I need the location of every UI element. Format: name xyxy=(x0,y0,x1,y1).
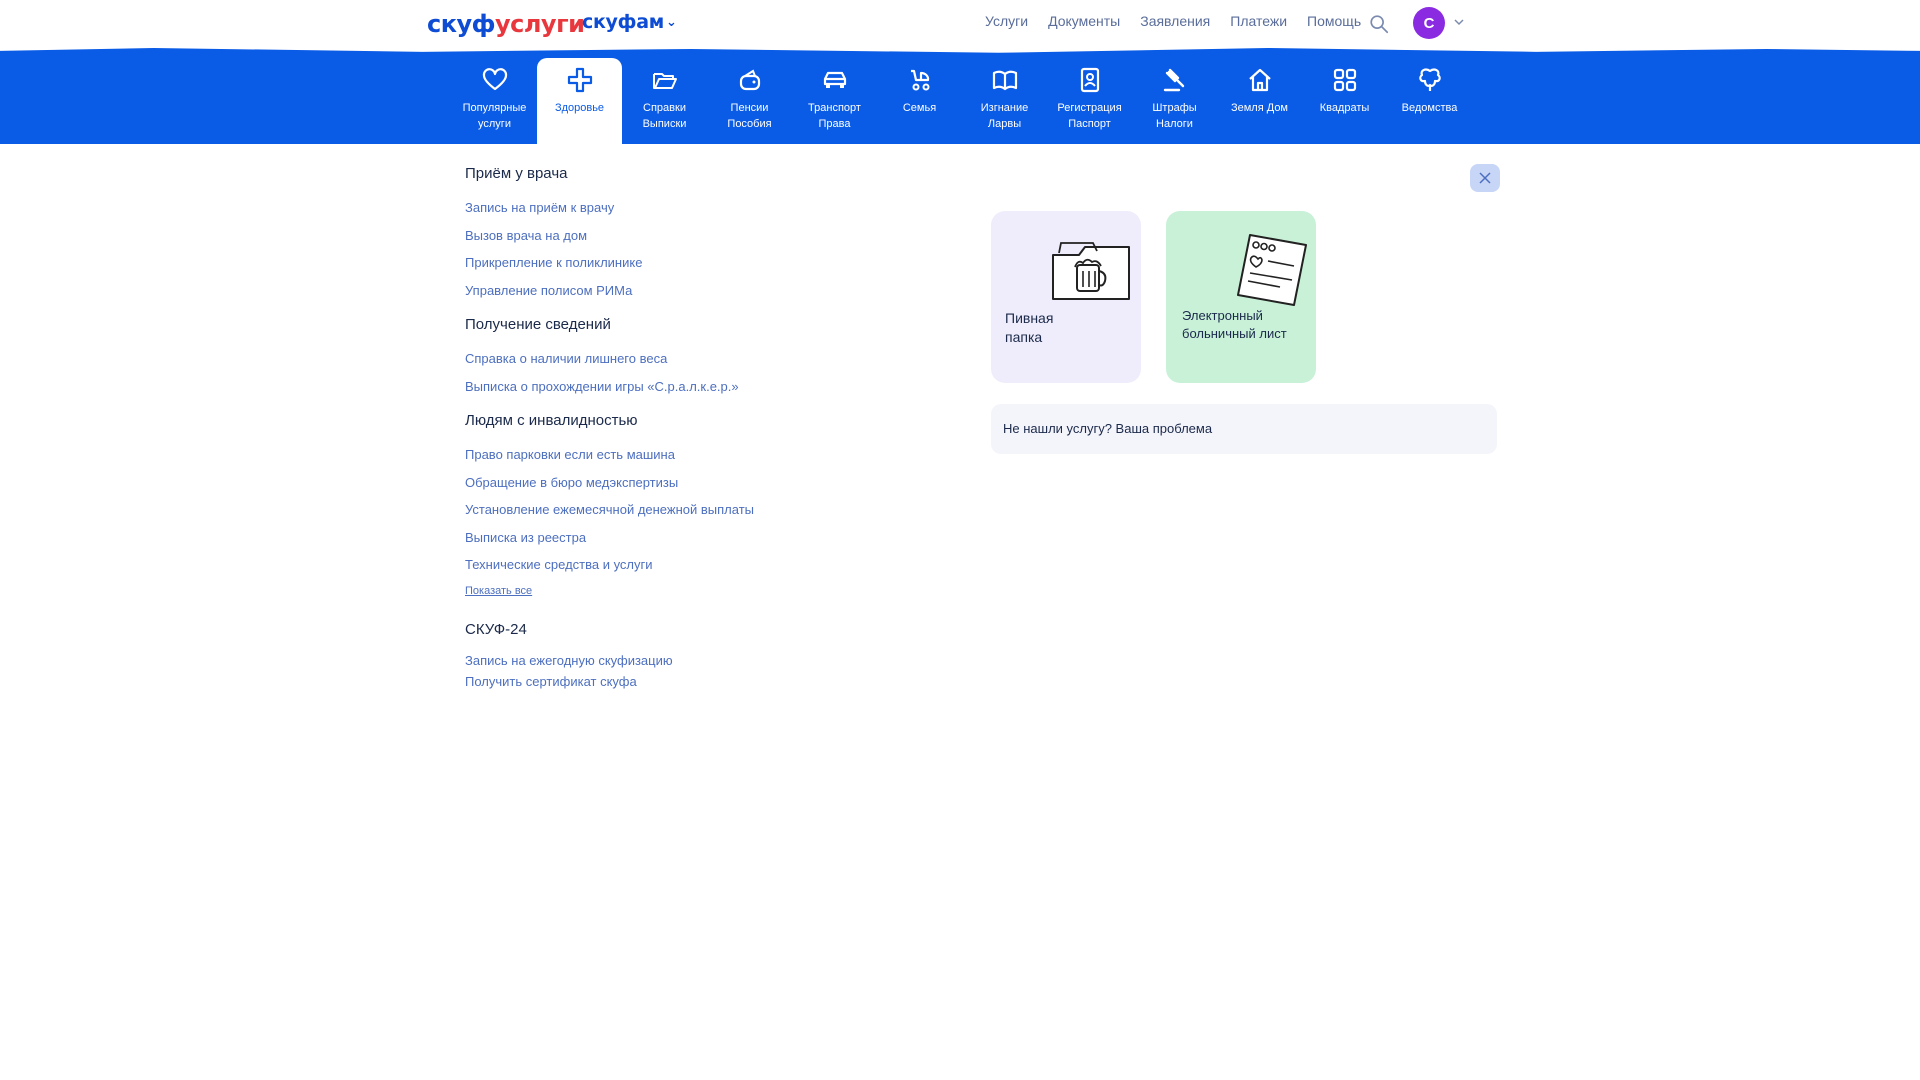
section-title: Приём у врача xyxy=(465,165,568,182)
site-logo[interactable]: скуфуслуги xyxy=(427,10,585,38)
medical-cross-icon xyxy=(567,67,592,93)
sick-leave-document-icon xyxy=(1237,234,1307,306)
user-avatar[interactable]: С xyxy=(1413,7,1445,39)
passport-icon xyxy=(1080,67,1099,93)
category-label: Транспорт Права xyxy=(808,102,861,130)
gavel-icon xyxy=(1163,68,1184,92)
car-icon xyxy=(823,71,846,88)
search-icon[interactable] xyxy=(1368,13,1390,35)
not-found-banner[interactable]: Не нашли услугу? Ваша проблема xyxy=(991,404,1497,454)
section-title: Получение сведений xyxy=(465,316,611,333)
category-label: Популярные услуги xyxy=(462,102,527,130)
category-agencies[interactable]: Ведомства xyxy=(1387,58,1472,144)
category-nav: Популярные услуги Здоровье Справки Выпис… xyxy=(452,58,1472,144)
service-link[interactable]: Прикрепление к поликлинике xyxy=(465,249,905,277)
category-label: Штрафы Налоги xyxy=(1152,102,1197,130)
service-link[interactable]: Запись на ежегодную скуфизацию xyxy=(465,650,905,671)
category-pensions[interactable]: Пенсии Пособия xyxy=(707,58,792,144)
service-link[interactable]: Справка о наличии лишнего веса xyxy=(465,345,905,373)
not-found-text: Не нашли услугу? Ваша проблема xyxy=(1003,421,1213,436)
card-beer-folder[interactable]: Пивная папка xyxy=(991,211,1141,383)
category-family[interactable]: Семья xyxy=(877,58,962,144)
category-registration[interactable]: Регистрация Паспорт xyxy=(1047,58,1132,144)
service-link[interactable]: Управление полисом РИМа xyxy=(465,277,905,305)
logo-part2: услуги xyxy=(494,10,585,38)
category-label: Регистрация Паспорт xyxy=(1057,102,1122,130)
card-sick-leave[interactable]: Электронный больничный лист xyxy=(1166,211,1316,383)
nav-applications[interactable]: Заявления xyxy=(1140,13,1210,29)
section-info: Получение сведений Справка о наличии лиш… xyxy=(465,316,905,400)
section-disability: Людям с инвалидностью Право парковки есл… xyxy=(465,412,905,597)
house-icon xyxy=(1248,68,1271,92)
show-all-link[interactable]: Показать все xyxy=(465,585,905,597)
nav-documents[interactable]: Документы xyxy=(1048,13,1120,29)
section-doctor: Приём у врача Запись на приём к врачу Вы… xyxy=(465,165,905,304)
close-icon xyxy=(1479,172,1491,184)
category-label: Здоровье xyxy=(554,102,605,114)
health-services-list: Приём у врача Запись на приём к врачу Вы… xyxy=(465,165,905,704)
wallet-icon xyxy=(739,69,760,91)
section-skuf24: СКУФ-24 Запись на ежегодную скуфизацию П… xyxy=(465,621,905,692)
service-link[interactable]: Запись на приём к врачу xyxy=(465,194,905,222)
service-link[interactable]: Право парковки если есть машина xyxy=(465,441,905,469)
card-title: Электронный больничный лист xyxy=(1182,308,1287,341)
category-land[interactable]: Земля Дом xyxy=(1217,58,1302,144)
category-label: Изгнание Ларвы xyxy=(980,102,1029,130)
top-header: скуфуслуги скуфам ⌄ Услуги Документы Заяв… xyxy=(0,0,1920,48)
service-link[interactable]: Установление ежемесячной денежной выплат… xyxy=(465,496,905,524)
close-button[interactable] xyxy=(1470,164,1500,192)
service-link[interactable]: Выписка из реестра xyxy=(465,524,905,552)
emblem-icon xyxy=(1418,68,1441,91)
category-label: Квадраты xyxy=(1319,102,1370,114)
sub-brand-dropdown[interactable]: скуфам ⌄ xyxy=(582,11,677,33)
stroller-icon xyxy=(910,69,929,91)
top-navigation: Услуги Документы Заявления Платежи Помощ… xyxy=(985,13,1381,29)
chevron-down-icon: ⌄ xyxy=(665,15,677,30)
category-label: Пенсии Пособия xyxy=(727,102,772,130)
book-icon xyxy=(992,70,1017,91)
nav-payments[interactable]: Платежи xyxy=(1230,13,1287,29)
section-title: Людям с инвалидностью xyxy=(465,412,638,429)
logo-part1: скуф xyxy=(427,10,495,38)
nav-help[interactable]: Помощь xyxy=(1307,13,1361,29)
beer-folder-icon xyxy=(1052,242,1130,300)
section-title: СКУФ-24 xyxy=(465,620,527,638)
category-label: Земля Дом xyxy=(1230,102,1288,114)
heart-icon xyxy=(482,68,507,91)
service-link[interactable]: Выписка о прохождении игры «С.р.а.л.к.е.… xyxy=(465,373,905,401)
avatar-letter: С xyxy=(1423,14,1435,32)
category-squares[interactable]: Квадраты xyxy=(1302,58,1387,144)
service-link[interactable]: Вызов врача на дом xyxy=(465,222,905,250)
service-link[interactable]: Получить сертификат скуфа xyxy=(465,671,905,692)
category-label: Ведомства xyxy=(1401,102,1458,114)
folder-icon xyxy=(652,73,677,89)
category-fines[interactable]: Штрафы Налоги xyxy=(1132,58,1217,144)
squares-icon xyxy=(1333,68,1356,92)
category-label: Справки Выписки xyxy=(642,102,687,130)
category-transport[interactable]: Транспорт Права xyxy=(792,58,877,144)
category-label: Семья xyxy=(902,102,937,114)
category-popular[interactable]: Популярные услуги xyxy=(452,58,537,144)
category-health[interactable]: Здоровье xyxy=(537,58,622,144)
category-exile[interactable]: Изгнание Ларвы xyxy=(962,58,1047,144)
category-certificates[interactable]: Справки Выписки xyxy=(622,58,707,144)
sub-brand-label: скуфам xyxy=(582,11,664,33)
nav-services[interactable]: Услуги xyxy=(985,13,1028,29)
service-link[interactable]: Технические средства и услуги xyxy=(465,551,905,579)
chevron-down-icon[interactable] xyxy=(1453,16,1465,28)
card-title: Пивная папка xyxy=(1005,310,1054,345)
service-link[interactable]: Обращение в бюро медэкспертизы xyxy=(465,469,905,497)
